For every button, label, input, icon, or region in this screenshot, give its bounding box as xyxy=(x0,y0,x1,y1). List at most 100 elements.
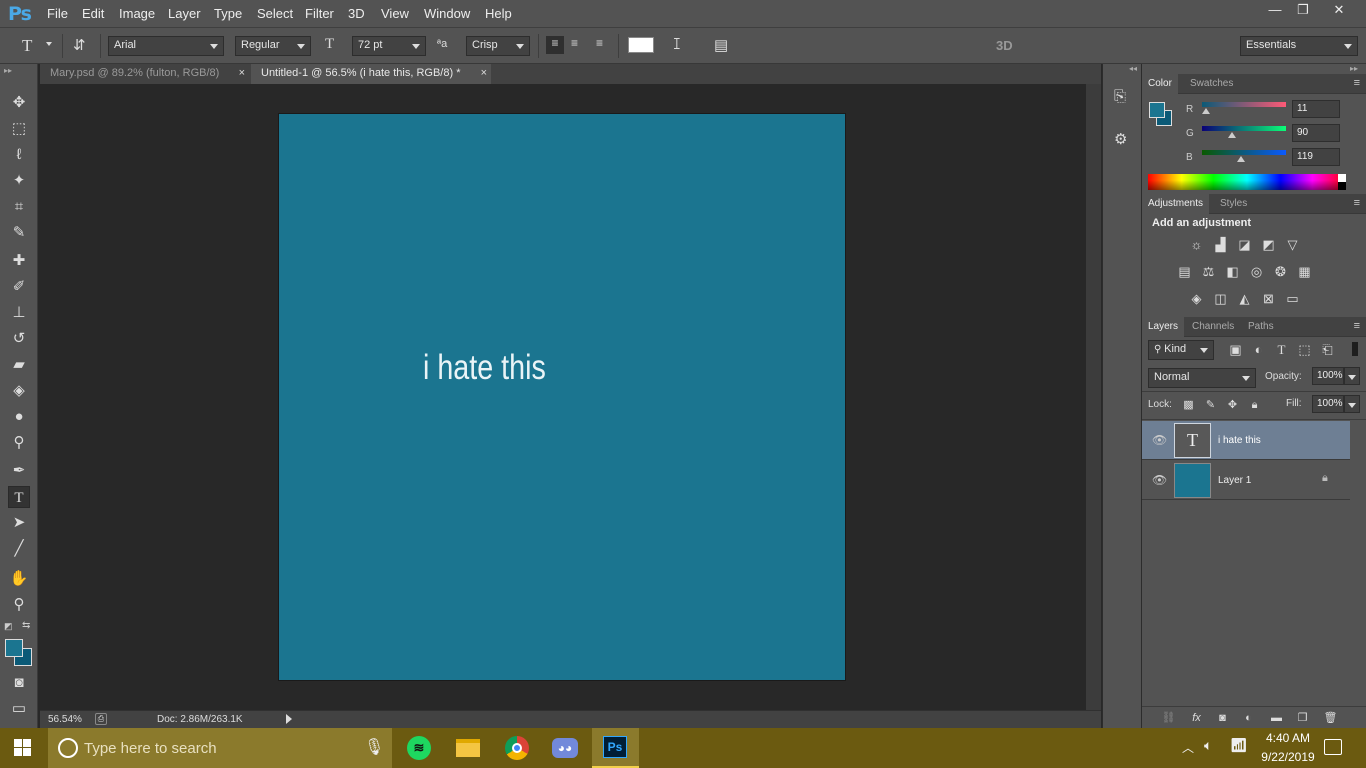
tab-paths[interactable]: Paths xyxy=(1242,317,1280,337)
align-left-icon[interactable]: ≡ xyxy=(546,36,564,54)
dodge-tool-icon[interactable]: ⚲ xyxy=(8,432,30,454)
taskbar-search-box[interactable]: Type here to search 🎙︎ xyxy=(48,728,392,768)
g-slider[interactable] xyxy=(1202,126,1286,131)
filter-adjustment-icon[interactable]: ◐ xyxy=(1250,342,1267,357)
preset-caret-icon[interactable] xyxy=(46,42,52,46)
g-slider-thumb[interactable] xyxy=(1228,132,1236,138)
menu-window[interactable]: Window xyxy=(424,6,470,21)
text-layer-thumbnail[interactable]: T xyxy=(1174,423,1211,458)
vertical-scrollbar[interactable] xyxy=(1086,84,1101,710)
history-panel-icon[interactable]: ⎘ xyxy=(1114,88,1126,105)
discord-icon[interactable]: ◕◕ xyxy=(550,734,580,762)
lock-pixels-icon[interactable]: ✎ xyxy=(1202,398,1219,413)
magic-wand-tool-icon[interactable]: ✦ xyxy=(8,170,30,192)
align-center-icon[interactable]: ≡ xyxy=(571,36,578,50)
font-size-select[interactable]: 72 pt xyxy=(352,36,426,56)
taskbar-time[interactable]: 4:40 AM xyxy=(1258,731,1318,745)
eyedropper-tool-icon[interactable]: ✎ xyxy=(8,222,30,244)
eraser-tool-icon[interactable]: ▰ xyxy=(8,354,30,376)
move-tool-icon[interactable]: ✥ xyxy=(8,92,30,114)
menu-filter[interactable]: Filter xyxy=(305,6,334,21)
volume-icon[interactable]: 🔈︎ xyxy=(1204,737,1212,754)
black-white-icon[interactable]: ◧ xyxy=(1224,264,1241,279)
delete-layer-icon[interactable]: 🗑︎ xyxy=(1322,711,1339,726)
b-value[interactable]: 119 xyxy=(1292,148,1340,166)
menu-3d[interactable]: 3D xyxy=(348,6,365,21)
close-window-button[interactable]: ✕ xyxy=(1324,0,1354,22)
link-layers-icon[interactable]: ⛓ xyxy=(1160,711,1177,726)
collapse-tools-icon[interactable]: ▸▸ xyxy=(4,66,12,75)
menu-layer[interactable]: Layer xyxy=(168,6,201,21)
r-slider[interactable] xyxy=(1202,102,1286,107)
character-panel-icon[interactable]: ▤ xyxy=(714,36,728,54)
add-mask-icon[interactable]: ◙ xyxy=(1214,711,1231,726)
path-selection-tool-icon[interactable]: ➤ xyxy=(8,512,30,534)
marquee-tool-icon[interactable]: ⬚ xyxy=(8,118,30,140)
zoom-tool-icon[interactable]: ⚲ xyxy=(8,594,30,616)
filter-type-icon[interactable]: T xyxy=(1273,342,1290,357)
type-tool-icon[interactable]: T xyxy=(8,486,30,508)
lasso-tool-icon[interactable]: ℓ xyxy=(8,144,30,166)
history-brush-tool-icon[interactable]: ↺ xyxy=(8,328,30,350)
filter-toggle[interactable] xyxy=(1352,342,1358,356)
color-lookup-icon[interactable]: ▦ xyxy=(1296,264,1313,279)
tab-adjustments[interactable]: Adjustments xyxy=(1142,194,1210,214)
restore-button[interactable]: ❐ xyxy=(1288,0,1318,22)
taskbar-photoshop-active[interactable]: Ps xyxy=(592,728,639,768)
panel-menu-icon[interactable]: ≡ xyxy=(1354,320,1360,332)
blur-tool-icon[interactable]: ● xyxy=(8,406,30,428)
color-fg-swatch[interactable] xyxy=(1149,102,1165,118)
minimize-button[interactable]: — xyxy=(1260,0,1290,22)
panel-menu-icon[interactable]: ≡ xyxy=(1354,77,1360,89)
brightness-contrast-icon[interactable]: ☼ xyxy=(1188,237,1205,252)
expand-panels-icon[interactable]: ▸▸ xyxy=(1350,64,1358,73)
microphone-icon[interactable]: 🎙︎ xyxy=(364,737,384,757)
taskbar-date[interactable]: 9/22/2019 xyxy=(1252,750,1324,764)
spotify-icon[interactable]: ≋ xyxy=(404,734,434,762)
text-color-swatch[interactable] xyxy=(628,37,654,53)
action-center-icon[interactable] xyxy=(1324,739,1342,755)
r-value[interactable]: 11 xyxy=(1292,100,1340,118)
vibrance-icon[interactable]: ▽ xyxy=(1284,237,1301,252)
tab-channels[interactable]: Channels xyxy=(1186,317,1240,337)
filter-shape-icon[interactable]: ⬚ xyxy=(1296,342,1313,357)
layer-row-layer1[interactable]: 👁︎ Layer 1 🔒︎ xyxy=(1142,461,1350,500)
wifi-icon[interactable]: 📶︎ xyxy=(1230,737,1248,754)
gradient-map-icon[interactable]: ▭ xyxy=(1284,291,1301,306)
lock-position-icon[interactable]: ✥ xyxy=(1224,398,1241,413)
brush-tool-icon[interactable]: ✐ xyxy=(8,276,30,298)
canvas-text-layer[interactable]: i hate this xyxy=(423,348,546,388)
clone-stamp-tool-icon[interactable]: ⊥ xyxy=(8,302,30,324)
layer-filter-select[interactable]: ⚲ Kind xyxy=(1148,340,1214,360)
tab-swatches[interactable]: Swatches xyxy=(1184,74,1239,94)
levels-icon[interactable]: ▟ xyxy=(1212,237,1229,252)
invert-icon[interactable]: ◈ xyxy=(1188,291,1205,306)
menu-edit[interactable]: Edit xyxy=(82,6,104,21)
screen-mode-icon[interactable]: ▭ xyxy=(8,698,30,720)
tab-untitled-1[interactable]: Untitled-1 @ 56.5% (i hate this, RGB/8) … xyxy=(251,64,491,84)
tab-mary-psd[interactable]: Mary.psd @ 89.2% (fulton, RGB/8) × xyxy=(40,64,249,84)
color-spectrum-ramp[interactable] xyxy=(1148,174,1346,190)
selective-color-icon[interactable]: ⊠ xyxy=(1260,291,1277,306)
close-tab-icon[interactable]: × xyxy=(239,64,245,82)
blend-mode-select[interactable]: Normal xyxy=(1148,368,1256,388)
hue-saturation-icon[interactable]: ▤ xyxy=(1176,264,1193,279)
lock-transparent-icon[interactable]: ▩ xyxy=(1180,398,1197,413)
document-canvas[interactable] xyxy=(279,114,845,680)
fill-dropdown[interactable] xyxy=(1344,395,1360,413)
menu-file[interactable]: File xyxy=(47,6,68,21)
panel-menu-icon[interactable]: ≡ xyxy=(1354,197,1360,209)
type-tool-preset-icon[interactable]: T xyxy=(22,36,32,56)
quick-mask-icon[interactable]: ◙ xyxy=(8,672,30,694)
font-style-select[interactable]: Regular xyxy=(235,36,311,56)
tab-color[interactable]: Color xyxy=(1142,74,1178,94)
color-balance-icon[interactable]: ⚖ xyxy=(1200,264,1217,279)
zoom-level[interactable]: 56.54% xyxy=(48,714,82,725)
visibility-eye-icon[interactable]: 👁︎ xyxy=(1152,473,1167,487)
paint-bucket-tool-icon[interactable]: ◈ xyxy=(8,380,30,402)
new-adjustment-layer-icon[interactable]: ◐ xyxy=(1240,711,1257,726)
line-tool-icon[interactable]: ╱ xyxy=(8,538,30,560)
exposure-icon[interactable]: ◩ xyxy=(1260,237,1277,252)
curves-icon[interactable]: ◪ xyxy=(1236,237,1253,252)
show-hidden-icons-icon[interactable]: ︿ xyxy=(1182,739,1194,756)
